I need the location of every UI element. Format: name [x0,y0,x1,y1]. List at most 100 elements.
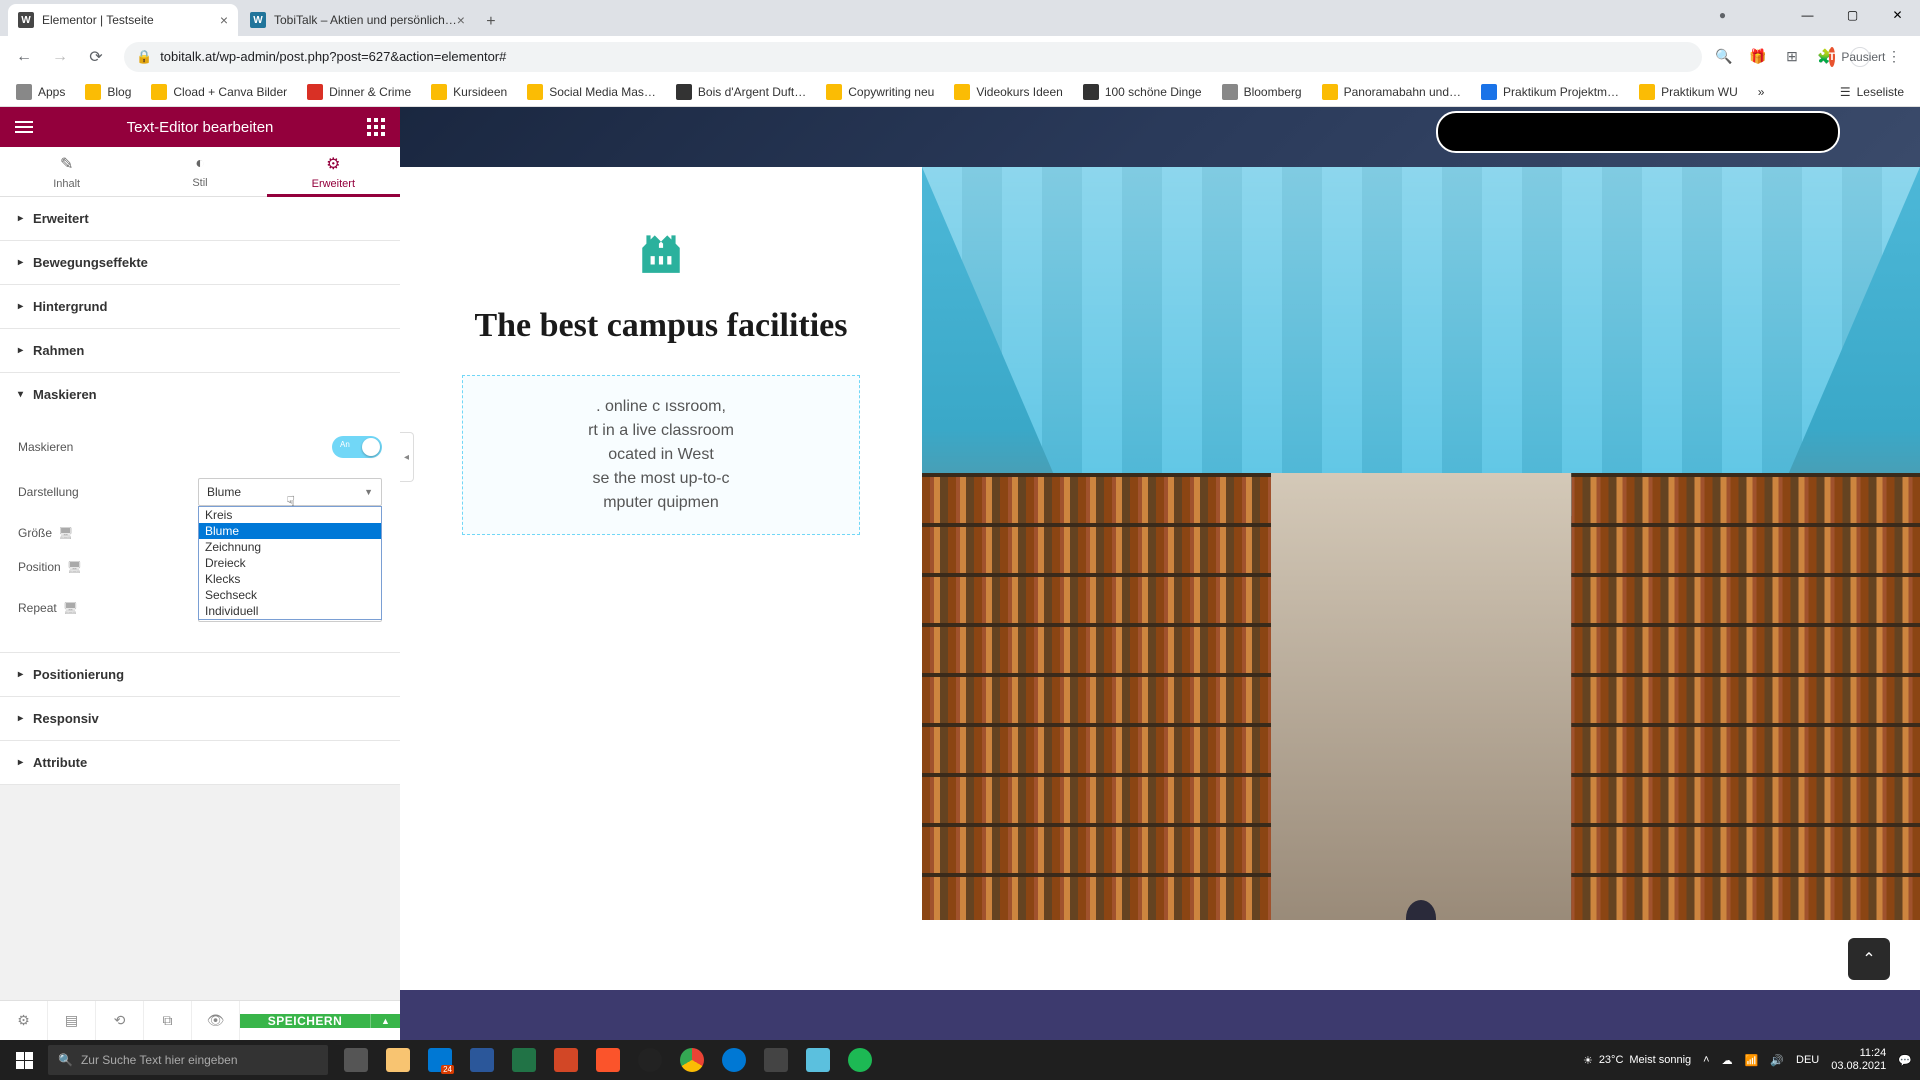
bookmark-item[interactable]: Blog [77,80,139,104]
browser-tab[interactable]: W TobiTalk – Aktien und persönlich… × [240,4,475,36]
layers-icon: ▤ [65,1012,78,1029]
section-responsiv[interactable]: ▸Responsiv [0,697,400,740]
app-button[interactable] [756,1040,796,1080]
reload-button[interactable]: ⟳ [80,41,112,73]
save-options-button[interactable]: ▲ [370,1014,400,1028]
preview-area[interactable]: ◂ The best campus facilities . online c … [400,107,1920,1040]
powerpoint-button[interactable] [546,1040,586,1080]
volume-icon[interactable]: 🔊 [1770,1054,1784,1067]
desktop-icon[interactable]: 🖥 [58,526,73,540]
wifi-icon[interactable]: 📶 [1745,1054,1759,1067]
desktop-icon[interactable]: 🖥 [63,601,78,615]
bookmark-item[interactable]: Praktikum WU [1631,80,1746,104]
close-icon[interactable]: × [457,12,465,28]
language-indicator[interactable]: DEU [1796,1054,1819,1066]
panel-body[interactable]: ▸Erweitert ▸Bewegungseffekte ▸Hintergrun… [0,197,400,1000]
scroll-top-button[interactable]: ⌃ [1848,938,1890,980]
close-window-button[interactable]: ✕ [1875,0,1920,30]
obs-button[interactable] [630,1040,670,1080]
browser-tab-active[interactable]: W Elementor | Testseite × [8,4,238,36]
section-rahmen[interactable]: ▸Rahmen [0,329,400,372]
navigator-button[interactable]: ▤ [48,1001,96,1040]
spotify-button[interactable] [840,1040,880,1080]
forward-button[interactable]: → [44,41,76,73]
section-hintergrund[interactable]: ▸Hintergrund [0,285,400,328]
notepad-button[interactable] [798,1040,838,1080]
tab-content[interactable]: ✎Inhalt [0,147,133,196]
collapse-panel-button[interactable]: ◂ [400,432,414,482]
responsive-button[interactable]: ⧉ [144,1001,192,1040]
desktop-icon[interactable]: 🖥 [67,560,82,574]
shape-select[interactable]: Blume ▼ Kreis Blume Zeichnung Dreieck Kl… [198,478,382,506]
minimize-button[interactable]: — [1785,0,1830,30]
section-attribute[interactable]: ▸Attribute [0,741,400,784]
bookmark-item[interactable]: Cload + Canva Bilder [143,80,295,104]
apps-button[interactable]: Apps [8,80,73,104]
explorer-button[interactable] [378,1040,418,1080]
shape-option-individuell[interactable]: Individuell [199,603,381,619]
shape-option-dreieck[interactable]: Dreieck [199,555,381,571]
gift-icon[interactable]: 🎁 [1748,47,1768,67]
bookmark-item[interactable]: Videokurs Ideen [946,80,1071,104]
bookmark-item[interactable]: Social Media Mas… [519,80,664,104]
section-bewegungseffekte[interactable]: ▸Bewegungseffekte [0,241,400,284]
preview-button[interactable]: 👁 [192,1001,240,1040]
wordpress-icon: W [250,12,266,28]
brave-button[interactable] [588,1040,628,1080]
notifications-button[interactable]: 💬 [1898,1054,1912,1067]
hero-section [400,107,1920,167]
shape-option-zeichnung[interactable]: Zeichnung [199,539,381,555]
bookmark-item[interactable]: Kursideen [423,80,515,104]
excel-button[interactable] [504,1040,544,1080]
word-button[interactable] [462,1040,502,1080]
maximize-button[interactable]: ▢ [1830,0,1875,30]
task-view-button[interactable] [336,1040,376,1080]
bookmark-item[interactable]: Bloomberg [1214,80,1310,104]
new-tab-button[interactable]: + [477,8,505,36]
menu-icon[interactable]: ⋮ [1884,47,1904,67]
section-erweitert[interactable]: ▸Erweitert [0,197,400,240]
bookmark-item[interactable]: Copywriting neu [818,80,942,104]
account-dot-icon[interactable]: ● [1700,0,1745,30]
masked-text-widget[interactable]: . online c ıssroom, rt in a live classro… [462,375,860,535]
bookmark-item[interactable]: B100 schöne Dinge [1075,80,1210,104]
shield-icon[interactable]: ⊞ [1782,47,1802,67]
tab-advanced[interactable]: ⚙Erweitert [267,147,400,196]
bookmark-item[interactable]: Panoramabahn und… [1314,80,1469,104]
back-button[interactable]: ← [8,41,40,73]
menu-button[interactable] [12,115,36,139]
folder-icon [431,84,447,100]
save-button[interactable]: SPEICHERN [240,1014,370,1028]
taskbar-search[interactable]: 🔍Zur Suche Text hier eingeben [48,1045,328,1075]
url-input[interactable]: 🔒 tobitalk.at/wp-admin/post.php?post=627… [124,42,1702,72]
onedrive-icon[interactable]: ☁ [1722,1054,1733,1067]
reading-list-button[interactable]: ☰Leseliste [1832,81,1912,103]
settings-button[interactable]: ⚙ [0,1001,48,1040]
shape-option-sechseck[interactable]: Sechseck [199,587,381,603]
outlook-button[interactable]: 24 [420,1040,460,1080]
zoom-icon[interactable]: 🔍 [1714,47,1734,67]
section-maskieren[interactable]: ▾Maskieren [0,373,400,416]
bookmark-item[interactable]: Bois d'Argent Duft… [668,80,814,104]
widgets-button[interactable] [364,115,388,139]
text-line: mputer quipmen [603,494,719,512]
profile-button[interactable]: T Pausiert [1850,47,1870,67]
shape-option-blume[interactable]: Blume [199,523,381,539]
section-positionierung[interactable]: ▸Positionierung [0,653,400,696]
folder-icon [1322,84,1338,100]
clock[interactable]: 11:2403.08.2021 [1831,1047,1886,1073]
close-icon[interactable]: × [220,12,228,28]
edge-button[interactable] [714,1040,754,1080]
chrome-button[interactable] [672,1040,712,1080]
start-button[interactable] [0,1040,48,1080]
shape-option-kreis[interactable]: Kreis [199,507,381,523]
shape-option-klecks[interactable]: Klecks [199,571,381,587]
tray-expand-button[interactable]: ˄ [1703,1054,1709,1066]
bookmark-overflow[interactable]: » [1750,81,1773,103]
weather-widget[interactable]: ☀23°CMeist sonnig [1583,1054,1691,1067]
mask-toggle[interactable]: An [332,436,382,458]
tab-style[interactable]: ◐Stil [133,147,266,196]
history-button[interactable]: ⟲ [96,1001,144,1040]
bookmark-item[interactable]: Praktikum Projektm… [1473,80,1627,104]
bookmark-item[interactable]: Dinner & Crime [299,80,419,104]
